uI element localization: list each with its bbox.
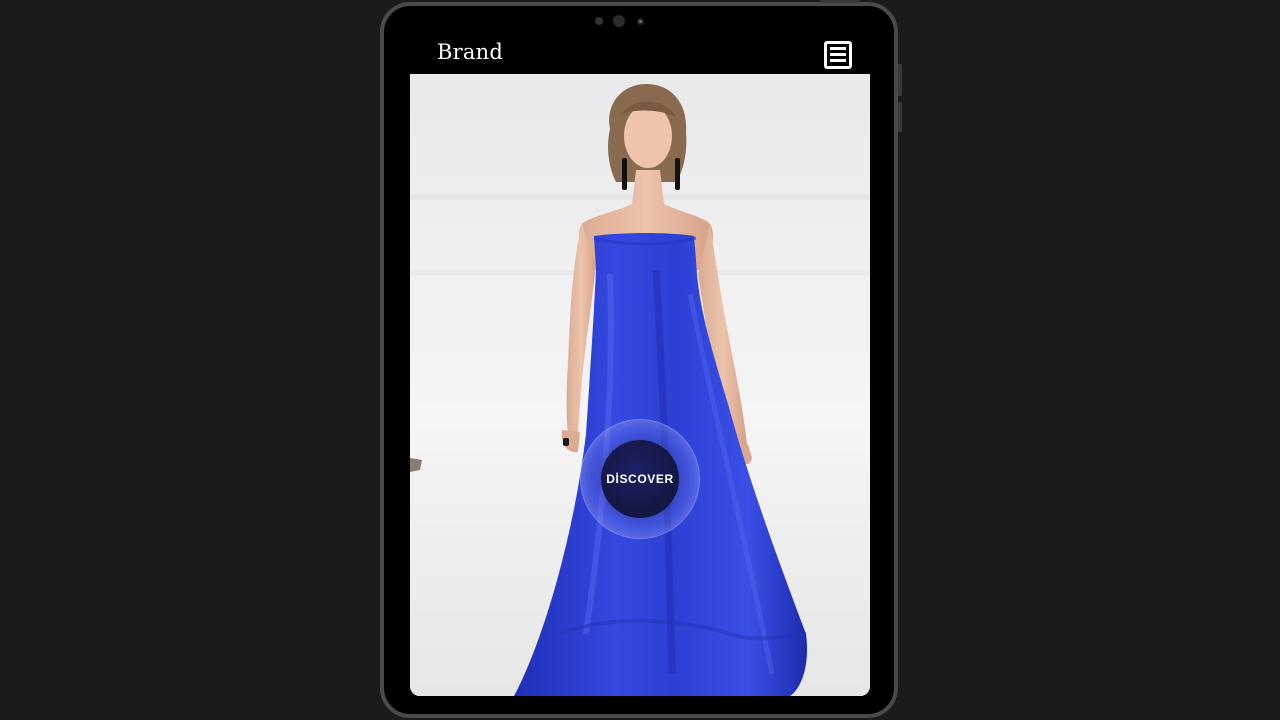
hero-runway-photo — [410, 74, 870, 696]
model-face — [624, 104, 672, 168]
front-camera-icon — [613, 15, 625, 27]
tablet-screen: Brand DİSCOVER — [410, 34, 870, 696]
discover-button[interactable]: DİSCOVER — [601, 440, 679, 518]
menu-line — [830, 53, 846, 56]
ambient-sensor — [595, 17, 603, 25]
menu-line — [830, 47, 846, 50]
brand-logo[interactable]: Brand — [437, 40, 503, 64]
volume-up-button — [898, 64, 902, 96]
model-illustration — [410, 84, 870, 696]
power-button — [820, 0, 860, 3]
earring-left — [622, 158, 627, 190]
presentation-stage: Brand DİSCOVER — [0, 0, 1280, 720]
tablet-device-frame: Brand DİSCOVER — [380, 0, 902, 718]
top-navbar: Brand — [410, 34, 870, 74]
volume-down-button — [898, 102, 902, 132]
earring-right — [675, 158, 680, 190]
hamburger-menu-icon[interactable] — [824, 41, 852, 69]
menu-line — [830, 59, 846, 62]
camera-lens-icon — [637, 18, 644, 25]
